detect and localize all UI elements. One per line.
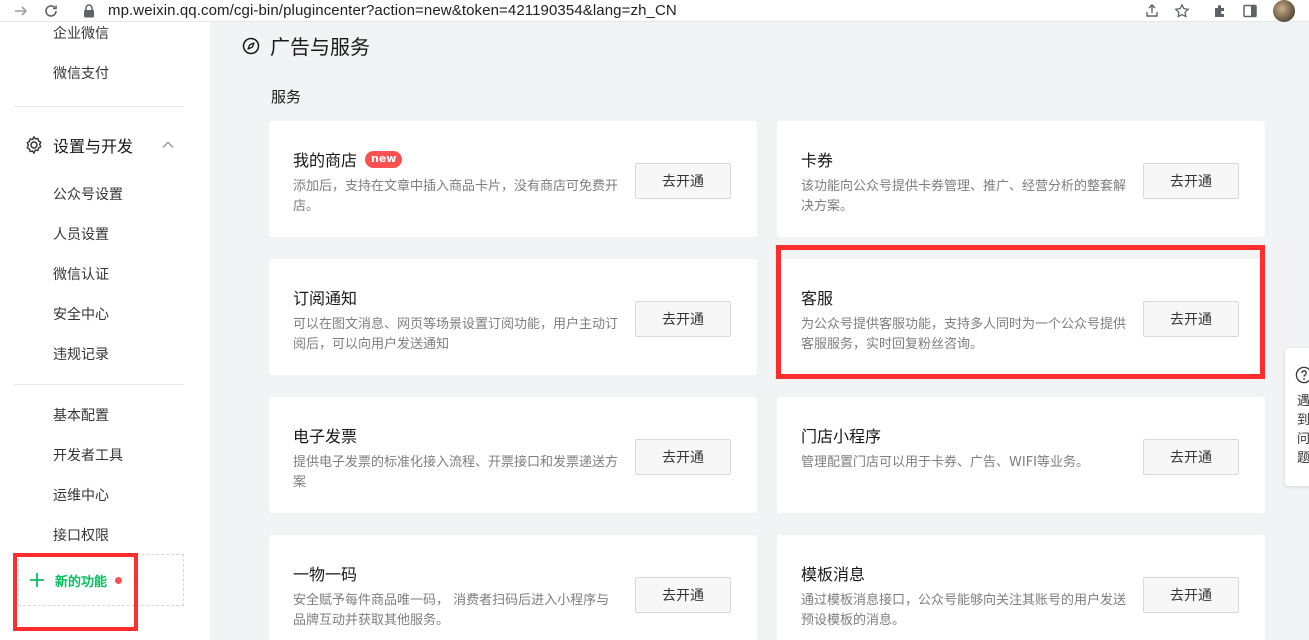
card-title: 门店小程序 [801, 427, 882, 446]
forward-icon[interactable] [8, 0, 34, 22]
sidebar-item-dev-tools[interactable]: 开发者工具 [53, 446, 123, 466]
enable-button[interactable]: 去开通 [1143, 163, 1239, 199]
highlight-box-new-feature [13, 553, 138, 631]
sidebar-item-wechat-pay[interactable]: 微信支付 [53, 64, 109, 84]
sidebar-group-label: 设置与开发 [53, 137, 134, 156]
sidebar-divider [14, 106, 184, 107]
side-panel-icon[interactable] [1235, 0, 1265, 22]
page-title-text: 广告与服务 [270, 35, 370, 59]
help-float-panel[interactable]: 遇到问题 [1285, 348, 1309, 486]
extensions-icon[interactable] [1205, 0, 1235, 22]
sidebar-item-violations[interactable]: 违规记录 [53, 345, 109, 365]
sidebar-divider [14, 384, 184, 385]
service-card-template-message: 模板消息 通过模板消息接口，公众号能够向关注其账号的用户发送预设模板的消息。 去… [777, 535, 1265, 640]
reload-icon[interactable] [38, 0, 64, 22]
sidebar-item-member-settings[interactable]: 人员设置 [53, 225, 109, 245]
enable-button[interactable]: 去开通 [635, 163, 731, 199]
card-description: 管理配置门店可以用于卡券、广告、WIFI等业务。 [801, 455, 1089, 470]
card-description: 添加后，支持在文章中插入商品卡片，没有商店可免费开店。 [293, 179, 619, 214]
card-title: 卡券 [801, 151, 834, 170]
card-description: 通过模板消息接口，公众号能够向关注其账号的用户发送预设模板的消息。 [801, 593, 1127, 628]
url-text: mp.weixin.qq.com/cgi-bin/plugincenter?ac… [108, 2, 677, 19]
sidebar-item-ops-center[interactable]: 运维中心 [53, 486, 109, 506]
service-card-one-item-one-code: 一物一码 安全赋予每件商品唯一码， 消费者扫码后进入小程序与品牌互动并获取其他服… [269, 535, 757, 640]
question-icon [1295, 366, 1309, 384]
service-card-coupons: 卡券 该功能向公众号提供卡券管理、推广、经营分析的整套解决方案。 去开通 [777, 121, 1265, 237]
browser-toolbar: mp.weixin.qq.com/cgi-bin/plugincenter?ac… [0, 0, 1309, 22]
card-title: 模板消息 [801, 565, 866, 584]
card-title: 一物一码 [293, 565, 358, 584]
service-card-e-invoice: 电子发票 提供电子发票的标准化接入流程、开票接口和发票递送方案 去开通 [269, 397, 757, 513]
lock-icon [82, 3, 96, 18]
sidebar-item-verification[interactable]: 微信认证 [53, 265, 109, 285]
new-badge: new [365, 150, 403, 168]
card-title: 订阅通知 [293, 289, 358, 308]
enable-button[interactable]: 去开通 [635, 301, 731, 337]
card-description: 提供电子发票的标准化接入流程、开票接口和发票递送方案 [293, 455, 619, 490]
card-description: 该功能向公众号提供卡券管理、推广、经营分析的整套解决方案。 [801, 179, 1127, 214]
help-text: 遇到问题 [1297, 394, 1309, 466]
sidebar-item-basic-config[interactable]: 基本配置 [53, 406, 109, 426]
enable-button[interactable]: 去开通 [635, 439, 731, 475]
page-title: 广告与服务 [242, 31, 370, 60]
service-card-my-shop: 我的商店 new 添加后，支持在文章中插入商品卡片，没有商店可免费开店。 去开通 [269, 121, 757, 237]
bookmark-star-icon[interactable] [1167, 0, 1197, 22]
chevron-up-icon [162, 141, 174, 148]
share-icon[interactable] [1137, 0, 1167, 22]
enable-button[interactable]: 去开通 [1143, 577, 1239, 613]
sidebar-group-settings-dev[interactable]: 设置与开发 [24, 133, 175, 157]
compass-icon [242, 37, 260, 54]
sidebar-item-security[interactable]: 安全中心 [53, 305, 109, 325]
sidebar-item-account-settings[interactable]: 公众号设置 [53, 185, 123, 205]
sidebar-item-wework[interactable]: 企业微信 [53, 24, 109, 44]
card-description: 安全赋予每件商品唯一码， 消费者扫码后进入小程序与品牌互动并获取其他服务。 [293, 593, 610, 628]
card-title-text: 我的商店 [293, 151, 358, 170]
section-title: 服务 [271, 88, 302, 106]
sidebar-item-api-permissions[interactable]: 接口权限 [53, 526, 109, 546]
service-card-store-miniprogram: 门店小程序 管理配置门店可以用于卡券、广告、WIFI等业务。 去开通 [777, 397, 1265, 513]
card-title: 我的商店 new [293, 147, 403, 171]
highlight-box-customer-service [776, 245, 1265, 379]
address-bar[interactable]: mp.weixin.qq.com/cgi-bin/plugincenter?ac… [82, 0, 1142, 22]
gear-icon [26, 136, 42, 154]
profile-avatar[interactable] [1273, 0, 1295, 22]
sidebar: 企业微信 微信支付 设置与开发 公众号设置 人员设置 微信认证 安全中心 违规记… [0, 22, 210, 640]
card-title: 电子发票 [293, 427, 358, 446]
card-description: 可以在图文消息、网页等场景设置订阅功能，用户主动订阅后，可以向用户发送通知 [293, 317, 619, 352]
enable-button[interactable]: 去开通 [1143, 439, 1239, 475]
service-card-subscription-notice: 订阅通知 可以在图文消息、网页等场景设置订阅功能，用户主动订阅后，可以向用户发送… [269, 259, 757, 375]
enable-button[interactable]: 去开通 [635, 577, 731, 613]
